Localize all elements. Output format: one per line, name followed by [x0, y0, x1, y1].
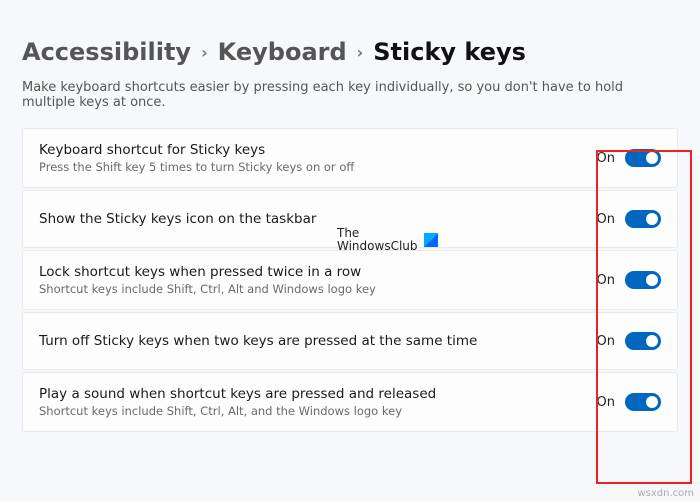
row-turn-off-two-keys: Turn off Sticky keys when two keys are p…	[22, 312, 678, 370]
row-title: Play a sound when shortcut keys are pres…	[39, 386, 597, 402]
toggle-state-label: On	[597, 334, 615, 349]
toggle-state-label: On	[597, 395, 615, 410]
toggle-state-label: On	[597, 212, 615, 227]
toggle-lock-shortcut-keys[interactable]	[625, 271, 661, 289]
row-subtitle: Shortcut keys include Shift, Ctrl, Alt, …	[39, 404, 597, 418]
toggle-state-label: On	[597, 273, 615, 288]
row-title: Lock shortcut keys when pressed twice in…	[39, 264, 597, 280]
toggle-state-label: On	[597, 151, 615, 166]
chevron-right-icon: ›	[201, 43, 208, 62]
row-title: Keyboard shortcut for Sticky keys	[39, 142, 597, 158]
settings-list: Keyboard shortcut for Sticky keys Press …	[22, 128, 678, 432]
row-show-taskbar-icon: Show the Sticky keys icon on the taskbar…	[22, 190, 678, 248]
row-title: Show the Sticky keys icon on the taskbar	[39, 211, 597, 227]
toggle-play-sound[interactable]	[625, 393, 661, 411]
page-description: Make keyboard shortcuts easier by pressi…	[22, 80, 678, 110]
breadcrumb-accessibility[interactable]: Accessibility	[22, 38, 191, 66]
toggle-keyboard-shortcut[interactable]	[625, 149, 661, 167]
row-lock-shortcut-keys: Lock shortcut keys when pressed twice in…	[22, 250, 678, 310]
breadcrumb-current: Sticky keys	[373, 38, 526, 66]
row-play-sound: Play a sound when shortcut keys are pres…	[22, 372, 678, 432]
row-subtitle: Press the Shift key 5 times to turn Stic…	[39, 160, 597, 174]
toggle-show-taskbar-icon[interactable]	[625, 210, 661, 228]
row-title: Turn off Sticky keys when two keys are p…	[39, 333, 597, 349]
toggle-turn-off-two-keys[interactable]	[625, 332, 661, 350]
footer-credit: wsxdn.com	[637, 488, 694, 499]
breadcrumb-keyboard[interactable]: Keyboard	[218, 38, 347, 66]
breadcrumb: Accessibility › Keyboard › Sticky keys	[22, 38, 678, 66]
chevron-right-icon: ›	[357, 43, 364, 62]
row-subtitle: Shortcut keys include Shift, Ctrl, Alt a…	[39, 282, 597, 296]
row-keyboard-shortcut: Keyboard shortcut for Sticky keys Press …	[22, 128, 678, 188]
